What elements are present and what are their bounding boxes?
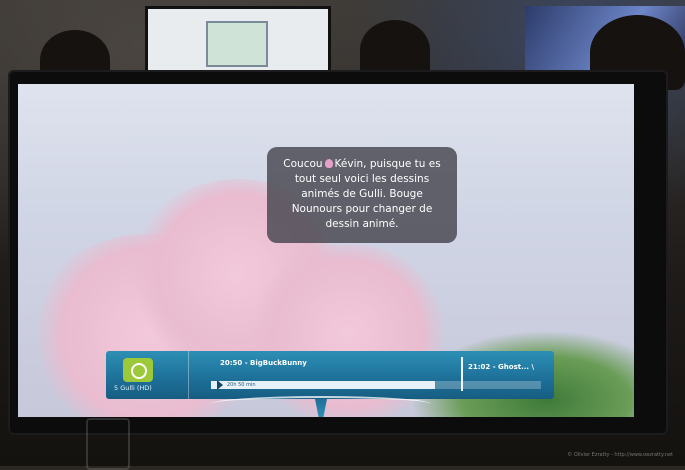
channel-name: 5 Gulli (HD)	[114, 384, 152, 392]
next-program[interactable]: 21:02 - Ghost... \	[468, 363, 534, 371]
message-bubble: Coucou Kévin, puisque tu es tout seul voi…	[267, 147, 457, 243]
current-program[interactable]: 20:50 - BigBuckBunny	[220, 359, 307, 367]
watermark: © Olivier Ezratty - http://www.oezratty.…	[567, 452, 673, 458]
gulli-logo-icon	[123, 358, 153, 382]
program-guide-bar[interactable]: 5 Gulli (HD) 20:50 - BigBuckBunny 21:02 …	[106, 351, 554, 399]
glass	[86, 418, 130, 470]
tv-screen: Coucou Kévin, puisque tu es tout seul voi…	[18, 84, 634, 417]
progress-track: 20h 50 min	[211, 380, 541, 390]
play-marker-icon	[217, 380, 223, 390]
channel-cell[interactable]: 5 Gulli (HD)	[106, 351, 189, 399]
progress-label: 20h 50 min	[227, 382, 256, 388]
user-avatar-icon	[324, 159, 333, 168]
